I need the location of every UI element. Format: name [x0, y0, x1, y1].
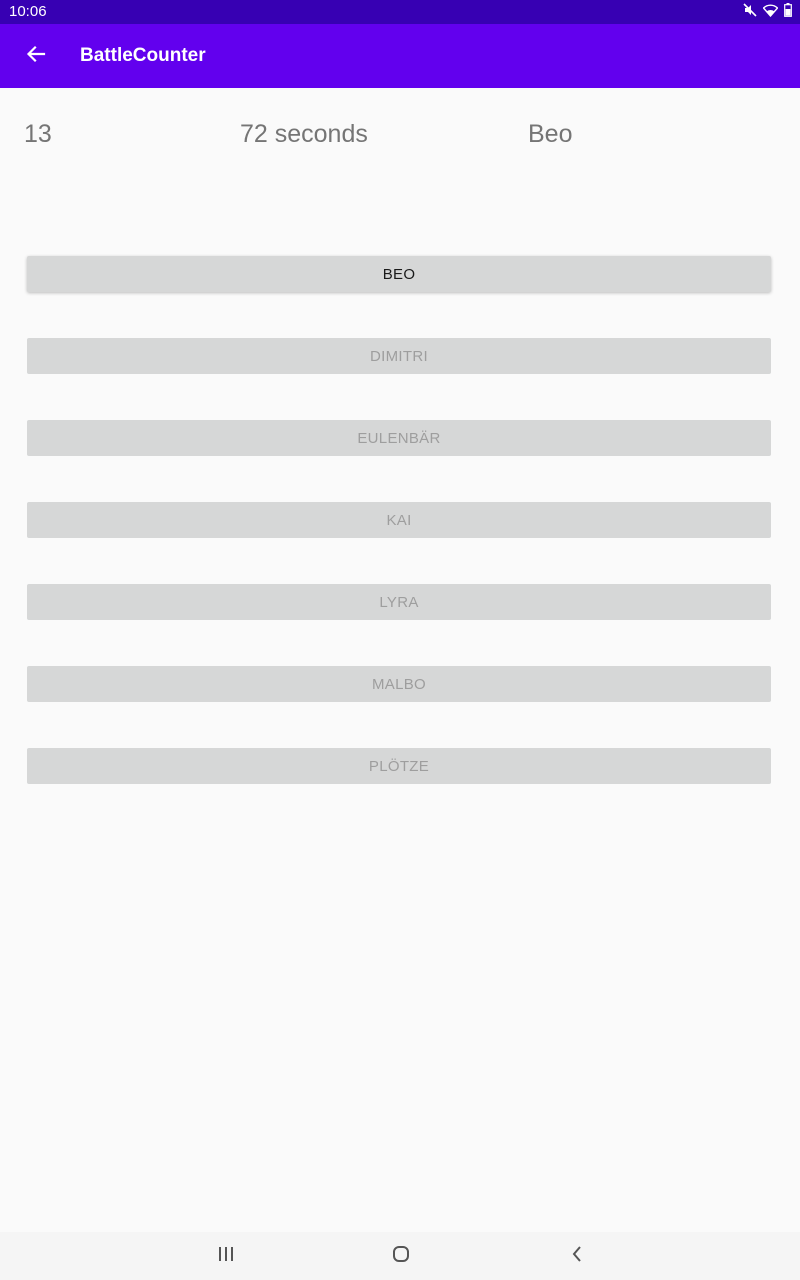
battery-icon [784, 3, 792, 21]
player-button-kai[interactable]: KAI [27, 502, 771, 538]
back-button[interactable] [20, 40, 52, 72]
system-nav-bar [0, 1232, 800, 1280]
home-button[interactable] [381, 1240, 421, 1272]
player-button-ploetze[interactable]: PLÖTZE [27, 748, 771, 784]
current-player: Beo [528, 120, 573, 148]
battle-info-row: 13 72 seconds Beo [0, 112, 800, 156]
status-bar: 10:06 [0, 0, 800, 24]
battle-count: 13 [24, 120, 52, 148]
player-button-lyra[interactable]: LYRA [27, 584, 771, 620]
app-bar: BattleCounter [0, 24, 800, 88]
player-button-dimitri[interactable]: DIMITRI [27, 338, 771, 374]
player-button-malbo[interactable]: MALBO [27, 666, 771, 702]
mute-icon [743, 3, 757, 21]
wifi-icon [762, 3, 779, 21]
recent-apps-button[interactable] [206, 1240, 246, 1272]
player-list: BEO DIMITRI EULENBÄR KAI LYRA MALBO PLÖT… [27, 256, 773, 830]
app-title: BattleCounter [80, 45, 206, 66]
player-button-beo[interactable]: BEO [27, 256, 771, 292]
status-icons [743, 3, 792, 21]
status-time: 10:06 [9, 3, 47, 20]
player-button-eulenbaer[interactable]: EULENBÄR [27, 420, 771, 456]
battle-duration: 72 seconds [240, 120, 368, 148]
home-icon [392, 1245, 410, 1268]
recent-apps-icon [217, 1246, 235, 1267]
arrow-left-icon [26, 44, 46, 69]
back-nav-icon [571, 1245, 583, 1268]
back-nav-button[interactable] [557, 1240, 597, 1272]
